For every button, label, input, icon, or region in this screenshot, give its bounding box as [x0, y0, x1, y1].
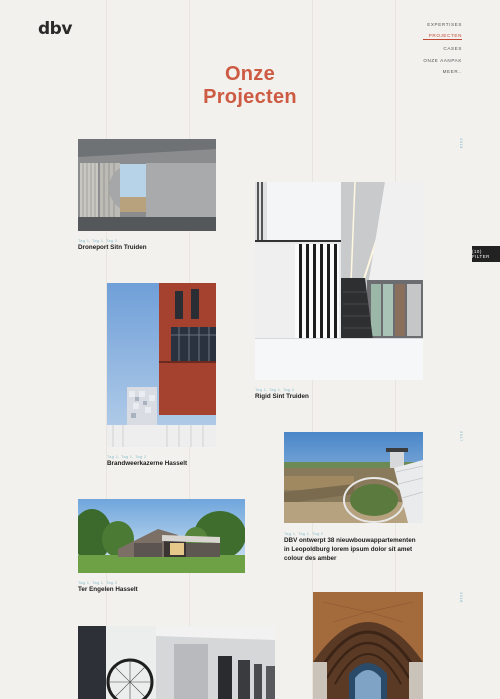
project-card-brandweerkazerne[interactable]: Tag 1, Tag 1, Tag 2 Brandweerkazerne Has…: [107, 283, 216, 473]
project-title-line[interactable]: Droneport Sitn Truiden: [78, 244, 147, 251]
page-title-line-1: Onze: [224, 63, 276, 85]
project-card-leopoldburg[interactable]: Tag 1, Tag 1, Tag 2 DBV ontwerpt 38 nieu…: [284, 432, 424, 564]
project-card-6[interactable]: [78, 626, 275, 699]
project-tags: Tag 1, Tag 1, Tag 2: [284, 531, 324, 536]
project-image-droneport[interactable]: [78, 139, 216, 231]
project-image-ter-engelen[interactable]: [78, 499, 245, 573]
project-title-line[interactable]: colour des amber: [284, 555, 337, 562]
logo[interactable]: dbv: [38, 19, 72, 39]
year-label: 2018: [459, 592, 464, 603]
filter-button[interactable]: (10) FILTER: [472, 246, 500, 262]
project-tags: Tag 1, Tag 1, Tag 2: [107, 454, 147, 459]
nav-item-expertises[interactable]: EXPERTISES: [423, 22, 462, 27]
page-title: Onze Projecten: [0, 63, 500, 109]
project-image-leopoldburg[interactable]: [284, 432, 423, 523]
project-title-line[interactable]: Brandweerkazerne Hasselt: [107, 460, 187, 467]
project-image-brandweerkazerne[interactable]: [107, 283, 216, 447]
project-tags: Tag 1, Tag 1, Tag 2: [78, 238, 118, 243]
project-tags: Tag 1, Tag 1, Tag 2: [255, 387, 295, 392]
nav-item-cases[interactable]: CASES: [423, 46, 462, 51]
project-title-line[interactable]: DBV ontwerpt 38 nieuwbouwappartementen: [284, 537, 416, 544]
project-image-7[interactable]: [313, 592, 423, 699]
project-card-rigid[interactable]: Tag 1, Tag 1, Tag 2 Rigid Sint Truiden: [255, 182, 423, 407]
project-title-line[interactable]: Ter Engelen Hasselt: [78, 586, 138, 593]
project-card-7[interactable]: [313, 592, 423, 699]
project-image-6[interactable]: [78, 626, 275, 699]
year-label: 2016: [459, 138, 464, 149]
project-title[interactable]: DBV ontwerpt 38 nieuwbouwappartementen i…: [284, 537, 464, 563]
page-title-line-2: Projecten: [203, 86, 297, 108]
project-title-line[interactable]: in Leopoldburg lorem ipsum dolor sit ame…: [284, 546, 412, 553]
year-label: 2017: [459, 431, 464, 442]
project-title[interactable]: Ter Engelen Hasselt: [78, 586, 218, 595]
project-tags: Tag 1, Tag 1, Tag 2: [78, 580, 118, 585]
project-title[interactable]: Rigid Sint Truiden: [255, 393, 423, 402]
project-card-ter-engelen[interactable]: Tag 1, Tag 1, Tag 2 Ter Engelen Hasselt: [78, 499, 245, 597]
nav-item-onze-aanpak[interactable]: ONZE AANPAK: [423, 58, 462, 63]
project-title[interactable]: Droneport Sitn Truiden: [78, 244, 238, 253]
nav-item-projecten[interactable]: PROJECTEN: [423, 33, 462, 41]
project-title[interactable]: Brandweerkazerne Hasselt: [107, 460, 247, 469]
project-card-droneport[interactable]: Tag 1, Tag 1, Tag 2 Droneport Sitn Truid…: [78, 139, 216, 254]
project-image-rigid[interactable]: [255, 182, 423, 380]
project-title-line[interactable]: Rigid Sint Truiden: [255, 393, 309, 400]
